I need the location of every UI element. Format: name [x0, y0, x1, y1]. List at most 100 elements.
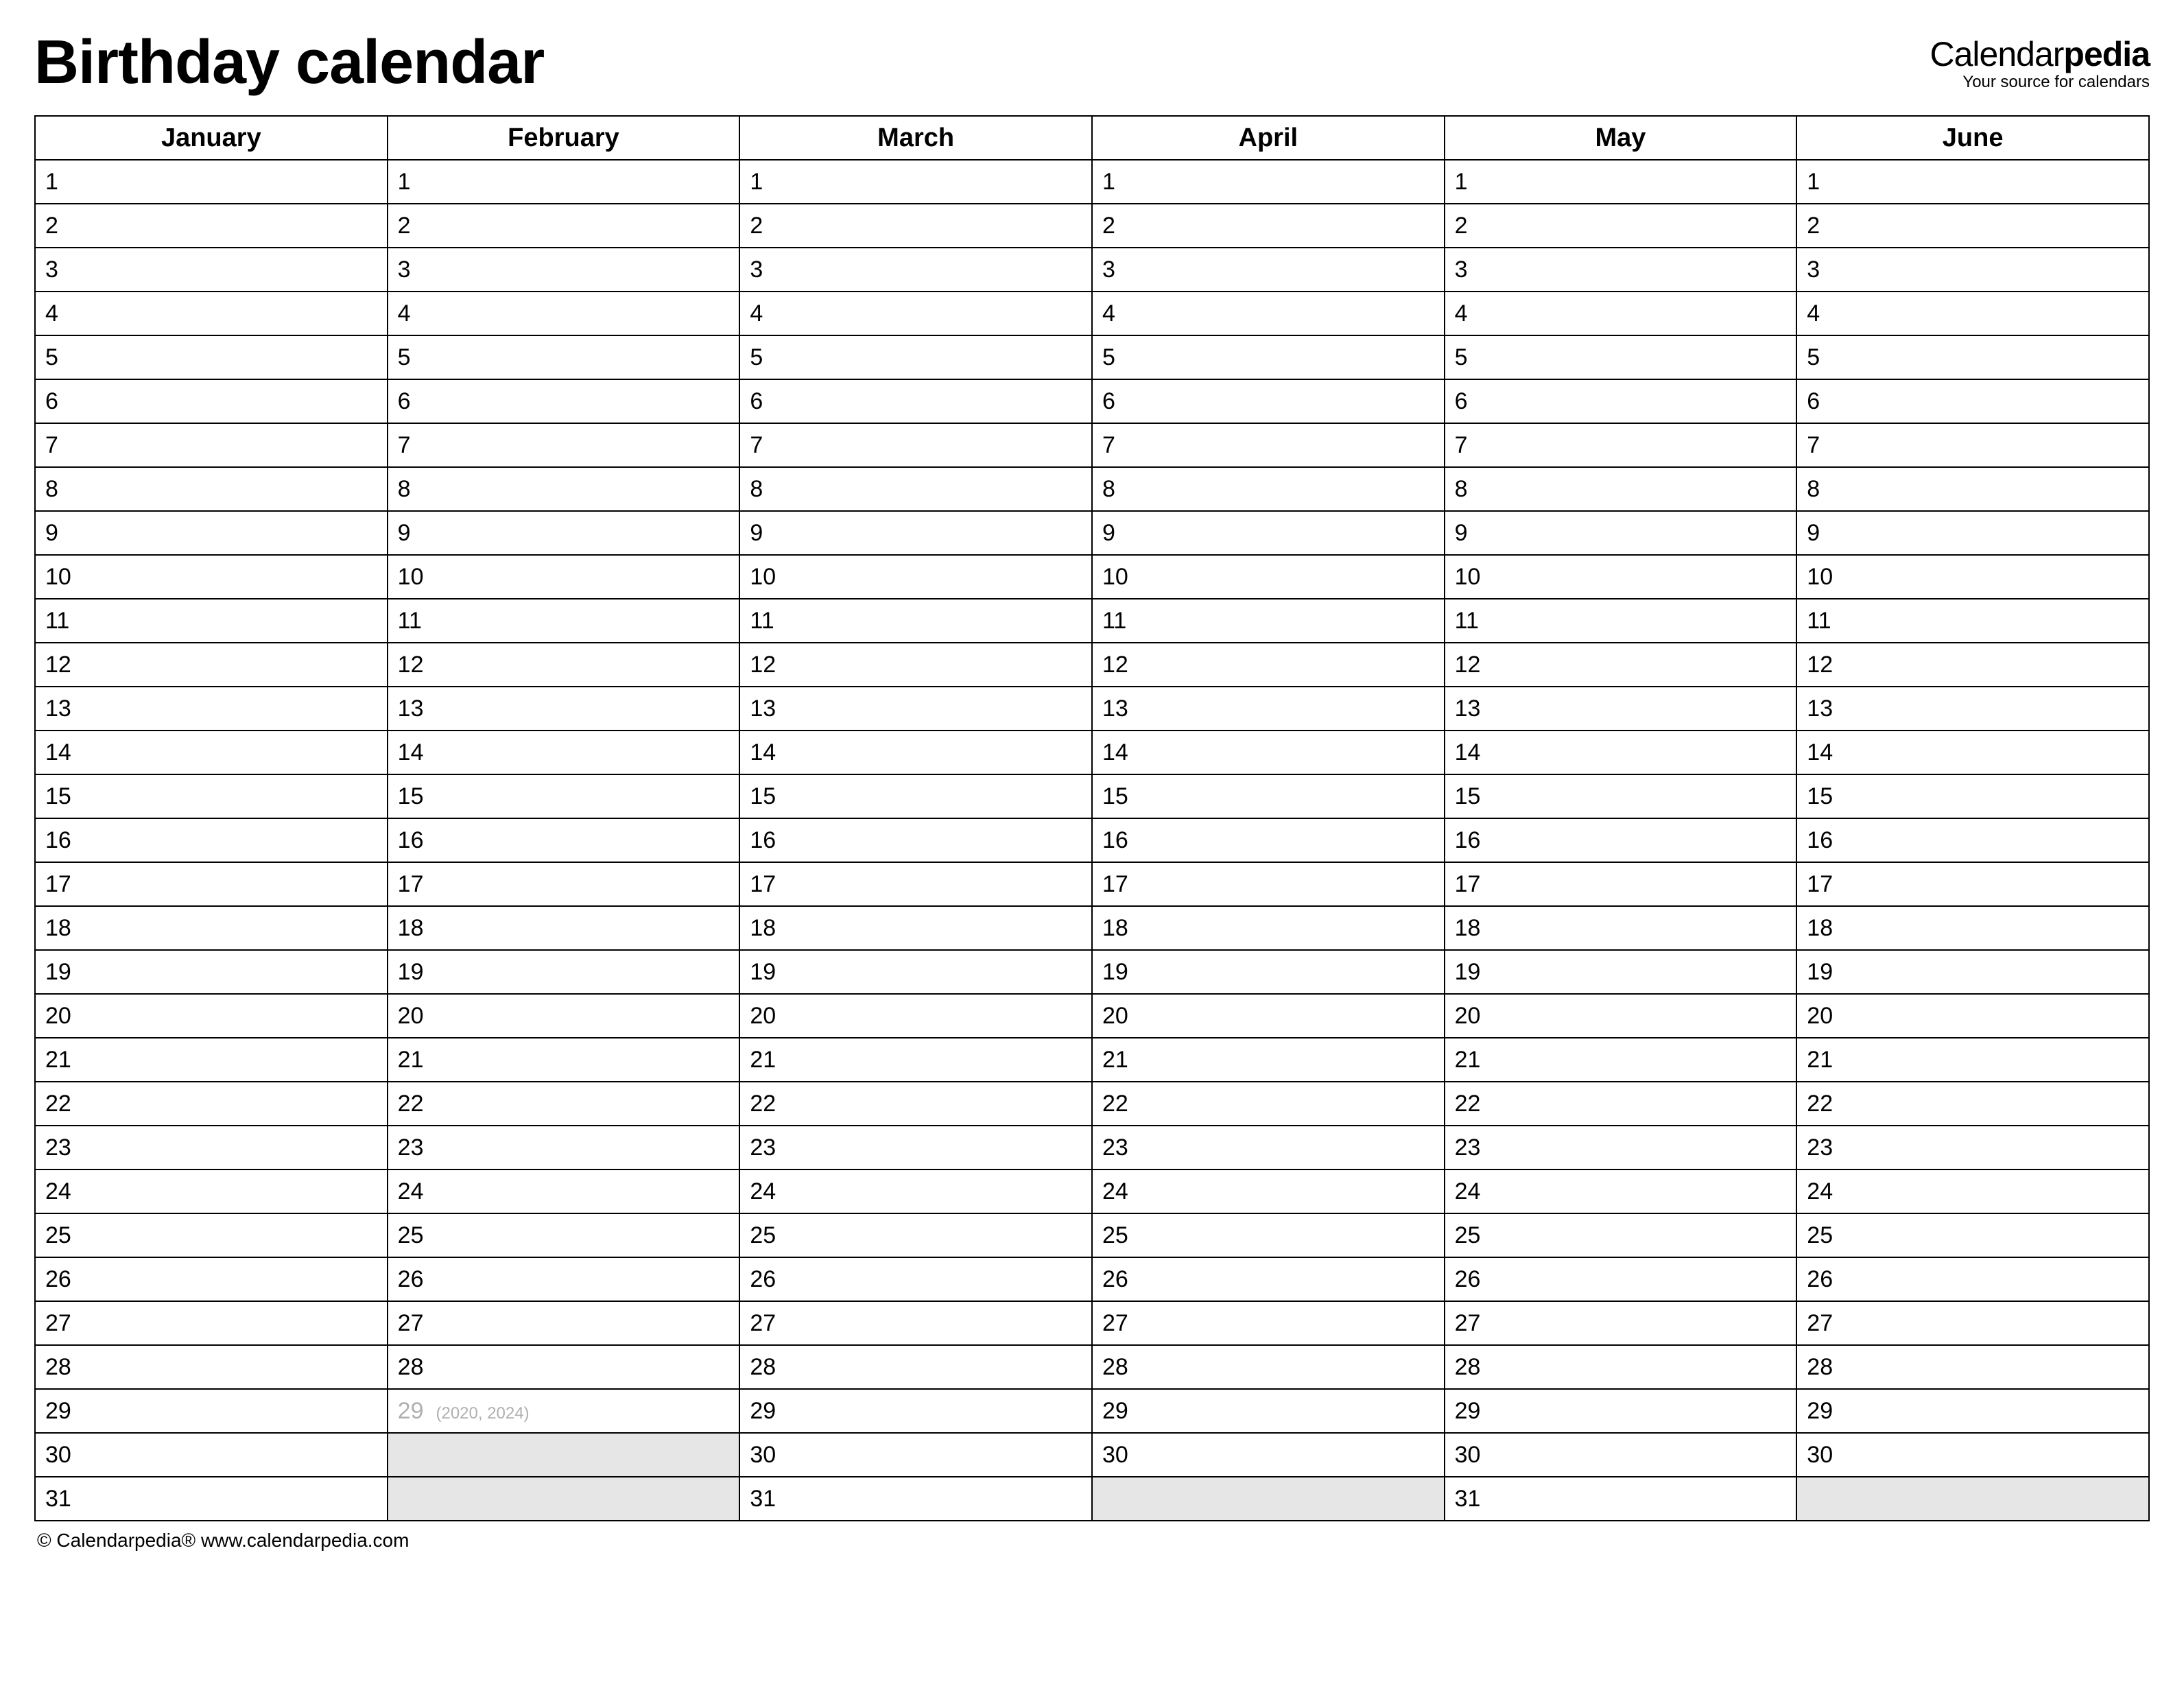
day-cell[interactable]: 21: [1796, 1038, 2149, 1082]
day-cell[interactable]: 15: [35, 774, 388, 818]
day-cell[interactable]: 3: [739, 248, 1092, 292]
day-cell[interactable]: 2: [388, 204, 740, 248]
day-cell[interactable]: 30: [739, 1433, 1092, 1477]
day-cell[interactable]: 2: [1092, 204, 1445, 248]
day-cell[interactable]: 3: [35, 248, 388, 292]
day-cell[interactable]: 22: [35, 1082, 388, 1126]
day-cell[interactable]: 21: [739, 1038, 1092, 1082]
day-cell[interactable]: 8: [1796, 467, 2149, 511]
day-cell[interactable]: 9: [35, 511, 388, 555]
day-cell[interactable]: 6: [739, 379, 1092, 423]
day-cell[interactable]: 18: [1796, 906, 2149, 950]
day-cell[interactable]: 22: [739, 1082, 1092, 1126]
day-cell[interactable]: 13: [1445, 687, 1797, 731]
day-cell[interactable]: 27: [739, 1301, 1092, 1345]
day-cell[interactable]: 23: [739, 1126, 1092, 1169]
day-cell[interactable]: 15: [739, 774, 1092, 818]
day-cell[interactable]: 29(2020, 2024): [388, 1389, 740, 1433]
day-cell[interactable]: 16: [1796, 818, 2149, 862]
day-cell[interactable]: 10: [1092, 555, 1445, 599]
day-cell[interactable]: 30: [1445, 1433, 1797, 1477]
day-cell[interactable]: 16: [1445, 818, 1797, 862]
day-cell[interactable]: 6: [1092, 379, 1445, 423]
day-cell[interactable]: 29: [1445, 1389, 1797, 1433]
day-cell[interactable]: 1: [35, 160, 388, 204]
day-cell[interactable]: 4: [388, 292, 740, 335]
day-cell[interactable]: 23: [1445, 1126, 1797, 1169]
day-cell[interactable]: 20: [1445, 994, 1797, 1038]
day-cell[interactable]: 31: [35, 1477, 388, 1521]
day-cell[interactable]: 28: [388, 1345, 740, 1389]
day-cell[interactable]: 9: [1796, 511, 2149, 555]
day-cell[interactable]: 25: [739, 1213, 1092, 1257]
day-cell[interactable]: 11: [35, 599, 388, 643]
day-cell[interactable]: 13: [35, 687, 388, 731]
day-cell[interactable]: 12: [388, 643, 740, 687]
day-cell[interactable]: 21: [1445, 1038, 1797, 1082]
day-cell[interactable]: 14: [1796, 731, 2149, 774]
day-cell[interactable]: 12: [1796, 643, 2149, 687]
day-cell[interactable]: 3: [1445, 248, 1797, 292]
day-cell[interactable]: 22: [1796, 1082, 2149, 1126]
day-cell[interactable]: 25: [35, 1213, 388, 1257]
day-cell[interactable]: 17: [388, 862, 740, 906]
day-cell[interactable]: 6: [388, 379, 740, 423]
day-cell[interactable]: 25: [1796, 1213, 2149, 1257]
day-cell[interactable]: 23: [1796, 1126, 2149, 1169]
day-cell[interactable]: 22: [1092, 1082, 1445, 1126]
day-cell[interactable]: 30: [35, 1433, 388, 1477]
day-cell[interactable]: 27: [1445, 1301, 1797, 1345]
day-cell[interactable]: 5: [388, 335, 740, 379]
day-cell[interactable]: 15: [1445, 774, 1797, 818]
day-cell[interactable]: 19: [1796, 950, 2149, 994]
day-cell[interactable]: 7: [35, 423, 388, 467]
day-cell[interactable]: 26: [388, 1257, 740, 1301]
day-cell[interactable]: 2: [35, 204, 388, 248]
day-cell[interactable]: 5: [739, 335, 1092, 379]
day-cell[interactable]: 19: [388, 950, 740, 994]
day-cell[interactable]: 6: [1796, 379, 2149, 423]
day-cell[interactable]: 14: [1445, 731, 1797, 774]
day-cell[interactable]: 9: [1445, 511, 1797, 555]
day-cell[interactable]: 18: [1092, 906, 1445, 950]
day-cell[interactable]: 28: [1796, 1345, 2149, 1389]
day-cell[interactable]: 5: [35, 335, 388, 379]
day-cell[interactable]: 7: [1796, 423, 2149, 467]
day-cell[interactable]: 1: [1796, 160, 2149, 204]
day-cell[interactable]: 24: [1796, 1169, 2149, 1213]
day-cell[interactable]: 1: [1092, 160, 1445, 204]
day-cell[interactable]: 8: [35, 467, 388, 511]
day-cell[interactable]: 3: [388, 248, 740, 292]
day-cell[interactable]: 17: [1796, 862, 2149, 906]
day-cell[interactable]: 4: [1092, 292, 1445, 335]
day-cell[interactable]: 3: [1796, 248, 2149, 292]
day-cell[interactable]: 27: [1092, 1301, 1445, 1345]
day-cell[interactable]: 18: [1445, 906, 1797, 950]
day-cell[interactable]: 13: [388, 687, 740, 731]
day-cell[interactable]: 23: [388, 1126, 740, 1169]
day-cell[interactable]: 4: [1445, 292, 1797, 335]
day-cell[interactable]: 30: [1796, 1433, 2149, 1477]
day-cell[interactable]: 30: [1092, 1433, 1445, 1477]
day-cell[interactable]: 31: [739, 1477, 1092, 1521]
day-cell[interactable]: 15: [388, 774, 740, 818]
day-cell[interactable]: 16: [739, 818, 1092, 862]
day-cell[interactable]: 26: [1796, 1257, 2149, 1301]
day-cell[interactable]: 20: [739, 994, 1092, 1038]
day-cell[interactable]: 8: [1092, 467, 1445, 511]
day-cell[interactable]: 20: [1796, 994, 2149, 1038]
day-cell[interactable]: 2: [739, 204, 1092, 248]
day-cell[interactable]: 10: [1445, 555, 1797, 599]
day-cell[interactable]: 9: [388, 511, 740, 555]
day-cell[interactable]: 17: [739, 862, 1092, 906]
day-cell[interactable]: 11: [1092, 599, 1445, 643]
day-cell[interactable]: 26: [739, 1257, 1092, 1301]
day-cell[interactable]: 24: [388, 1169, 740, 1213]
day-cell[interactable]: 29: [35, 1389, 388, 1433]
day-cell[interactable]: 27: [1796, 1301, 2149, 1345]
day-cell[interactable]: 4: [1796, 292, 2149, 335]
day-cell[interactable]: 10: [35, 555, 388, 599]
day-cell[interactable]: 22: [388, 1082, 740, 1126]
day-cell[interactable]: 13: [1796, 687, 2149, 731]
day-cell[interactable]: 28: [35, 1345, 388, 1389]
